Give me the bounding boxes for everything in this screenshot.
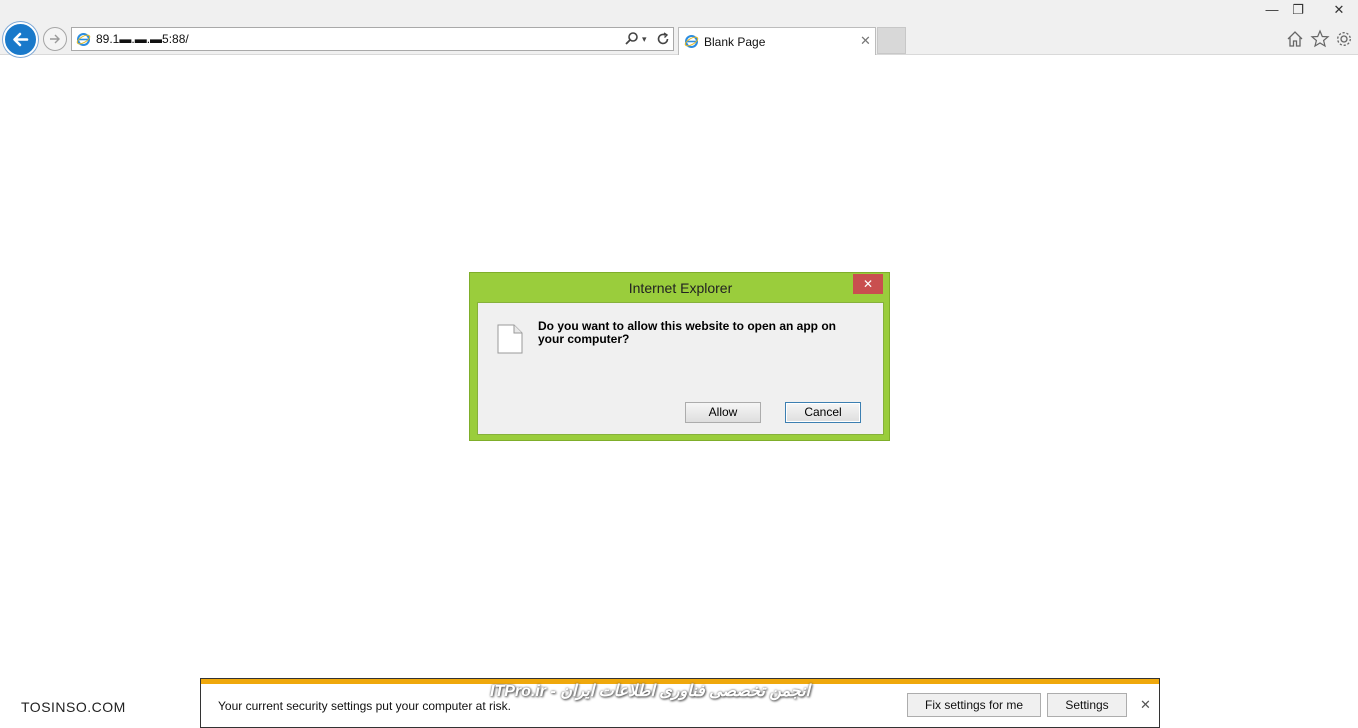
browser-toolbar: — ❐ ✕ 89.1▬.▬.▬5:88/ ▾ Blank Page ✕ bbox=[0, 0, 1358, 57]
refresh-icon[interactable] bbox=[655, 31, 671, 47]
ie-logo-icon bbox=[684, 35, 699, 48]
tab-close-icon[interactable]: ✕ bbox=[860, 33, 871, 49]
dialog-title: Internet Explorer bbox=[628, 280, 733, 296]
document-icon bbox=[497, 324, 523, 354]
minimize-button[interactable]: — bbox=[1258, 0, 1286, 20]
close-window-button[interactable]: ✕ bbox=[1320, 0, 1358, 20]
home-icon[interactable] bbox=[1285, 29, 1305, 49]
dialog-close-button[interactable]: ✕ bbox=[853, 274, 883, 294]
fix-settings-button[interactable]: Fix settings for me bbox=[907, 693, 1041, 717]
gear-icon[interactable] bbox=[1334, 29, 1354, 49]
back-button[interactable] bbox=[3, 22, 38, 57]
tab-blank-page[interactable]: Blank Page ✕ bbox=[678, 27, 876, 55]
settings-button[interactable]: Settings bbox=[1047, 693, 1127, 717]
restore-button[interactable]: ❐ bbox=[1284, 0, 1312, 20]
search-icon[interactable] bbox=[624, 31, 640, 47]
browser-window: — ❐ ✕ 89.1▬.▬.▬5:88/ ▾ Blank Page ✕ Inte… bbox=[0, 0, 1358, 728]
address-text: 89.1▬.▬.▬5:88/ bbox=[96, 32, 189, 46]
cancel-button[interactable]: Cancel bbox=[785, 402, 861, 423]
chevron-down-icon[interactable]: ▾ bbox=[642, 31, 647, 47]
notification-close-icon[interactable]: ✕ bbox=[1140, 697, 1151, 713]
favorites-star-icon[interactable] bbox=[1310, 29, 1330, 49]
open-app-dialog: Internet Explorer ✕ Do you want to allow… bbox=[469, 272, 890, 441]
watermark-center: ITPro.ir - انجمن تخصصی فناوری اطلاعات ای… bbox=[490, 683, 810, 700]
dialog-body: Do you want to allow this website to ope… bbox=[477, 302, 884, 435]
back-arrow-icon bbox=[13, 32, 29, 47]
address-bar[interactable]: 89.1▬.▬.▬5:88/ ▾ bbox=[71, 27, 674, 51]
notification-message: Your current security settings put your … bbox=[218, 699, 512, 713]
forward-arrow-icon bbox=[50, 34, 60, 44]
dialog-message: Do you want to allow this website to ope… bbox=[538, 319, 837, 346]
tab-title: Blank Page bbox=[704, 35, 766, 49]
watermark-left: TOSINSO.COM bbox=[21, 699, 126, 715]
forward-button[interactable] bbox=[43, 27, 67, 51]
ie-logo-icon bbox=[76, 33, 91, 46]
allow-button[interactable]: Allow bbox=[685, 402, 761, 423]
new-tab-button[interactable] bbox=[877, 27, 906, 54]
